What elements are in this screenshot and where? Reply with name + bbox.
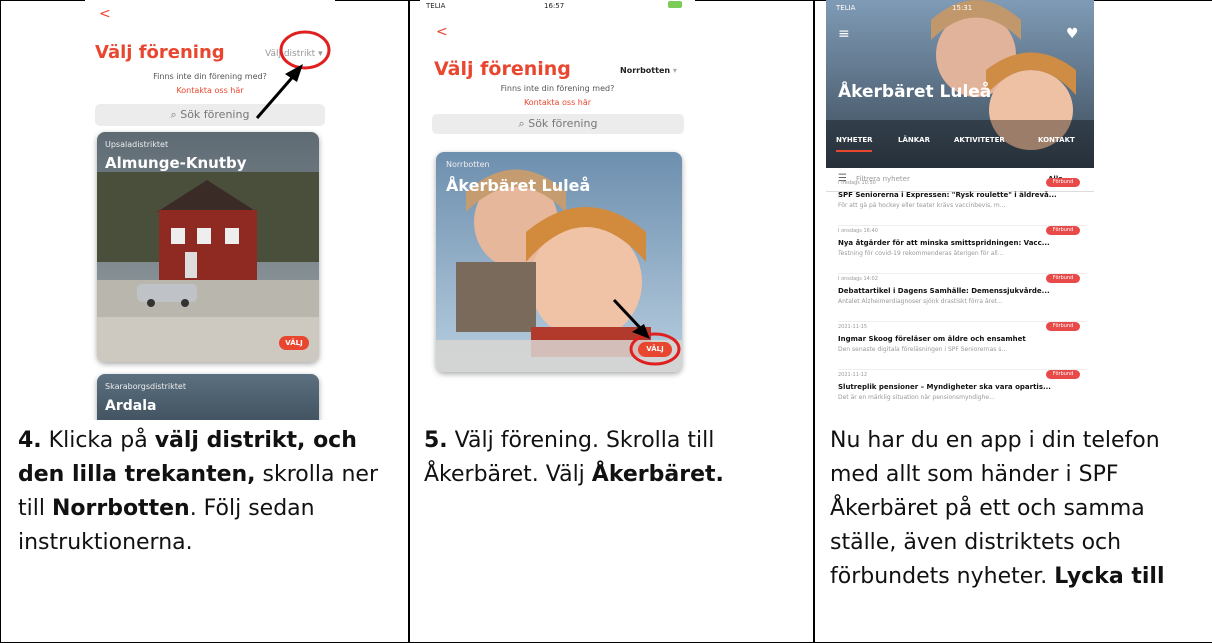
search-input[interactable]: ⌕ Sök förening [432, 114, 684, 134]
card-name: Ardala [105, 398, 157, 414]
heart-icon[interactable]: ♥ [1066, 26, 1079, 42]
news-date: 2021-11-12 [838, 372, 868, 378]
column-divider [813, 0, 815, 643]
card-name: Almunge-Knutby [105, 154, 247, 172]
tab-news[interactable]: NYHETER [836, 136, 873, 144]
district-selector[interactable]: Norrbotten ▾ [620, 66, 677, 75]
caption-step-4: 4. Klicka på välj distrikt, och den lill… [18, 428, 378, 555]
association-card[interactable]: Skaraborgsdistriktet Ardala [97, 374, 319, 420]
annotation-arrow [255, 30, 331, 119]
association-card[interactable]: Norrbotten Åkerbäret Luleå VÄLJ [436, 152, 682, 372]
search-icon: ⌕ [518, 117, 525, 130]
phone-screenshot-2: TELIA 16:57 < Välj förening Norrbotten ▾… [420, 0, 695, 390]
page-title: Välj förening [434, 58, 571, 80]
news-item[interactable]: I onsdags 14:02 Förbund Debattartikel i … [838, 274, 1086, 322]
news-snippet: För att gå på hockey eller teater krävs … [838, 202, 1006, 209]
card-district: Skaraborgsdistriktet [105, 382, 186, 391]
news-snippet: Testning för covid-19 rekommenderas åter… [838, 250, 1004, 257]
news-title: SPF Seniorerna i Expressen: "Rysk roulet… [838, 191, 1057, 199]
tab-activities[interactable]: AKTIVITETER [954, 136, 1005, 144]
news-badge: Förbund [1046, 226, 1080, 235]
carrier-label: TELIA [836, 4, 856, 12]
column-divider [408, 0, 410, 643]
tab-links[interactable]: LÄNKAR [898, 136, 930, 144]
news-date: I fredags 10:50 [838, 180, 876, 186]
tab-contact[interactable]: KONTAKT [1038, 136, 1075, 144]
news-title: Nya åtgärder för att minska smittspridni… [838, 239, 1050, 247]
caption-step-5: 5. Välj förening. Skrolla till Åkerbäret… [424, 428, 724, 487]
clock-label: 15:31 [952, 4, 973, 12]
active-tab-indicator [836, 150, 872, 152]
news-title: Ingmar Skoog föreläser om äldre och ensa… [838, 335, 1026, 343]
news-title: Slutreplik pensioner – Myndigheter ska v… [838, 383, 1051, 391]
news-date: I onsdags 14:02 [838, 276, 878, 282]
not-found-text: Finns inte din förening med? [500, 84, 615, 93]
caption-final: Nu har du en app i din telefon med allt … [830, 428, 1165, 589]
news-title: Debattartikel i Dagens Samhälle: Demenss… [838, 287, 1050, 295]
carrier-label: TELIA [426, 2, 446, 10]
contact-link[interactable]: Kontakta oss här [420, 98, 695, 107]
news-date: I onsdags 16:40 [838, 228, 878, 234]
battery-icon [668, 1, 682, 8]
select-button[interactable]: VÄLJ [279, 336, 309, 350]
news-badge: Förbund [1046, 370, 1080, 379]
association-title: Åkerbäret Luleå [838, 82, 992, 102]
card-district: Upsaladistriktet [105, 140, 169, 149]
news-badge: Förbund [1046, 274, 1080, 283]
news-snippet: Den senaste digitala föreläsningen i SPF… [838, 346, 1008, 353]
back-icon[interactable]: < [436, 24, 448, 40]
annotation-arrow [612, 298, 681, 366]
clock-label: 16:57 [544, 2, 565, 10]
phone-screenshot-1: < Välj förening Välj distrikt ▾ Finns in… [85, 0, 335, 420]
news-item[interactable]: I fredags 10:50 Förbund SPF Seniorerna i… [838, 178, 1086, 226]
news-badge: Förbund [1046, 322, 1080, 331]
news-badge: Förbund [1046, 178, 1080, 187]
news-item[interactable]: I onsdags 16:40 Förbund Nya åtgärder för… [838, 226, 1086, 274]
news-date: 2021-11-15 [838, 324, 868, 330]
chevron-down-icon: ▾ [672, 66, 677, 75]
menu-icon[interactable]: ≡ [838, 26, 850, 42]
news-snippet: Antalet Alzheimerdiagnoser sjönk drastis… [838, 298, 1003, 305]
phone-screenshot-3: TELIA 15:31 ≡ ♥ Åkerbäret Luleå NYHETER … [826, 0, 1094, 410]
news-snippet: Det är en märklig situation när pensions… [838, 394, 995, 401]
news-item[interactable]: 2021-11-15 Förbund Ingmar Skoog föreläse… [838, 322, 1086, 370]
association-card[interactable]: Upsaladistriktet Almunge-Knutby VÄLJ [97, 132, 319, 362]
news-item[interactable]: 2021-11-12 Förbund Slutreplik pensioner … [838, 370, 1086, 410]
tab-bar: NYHETER LÄNKAR AKTIVITETER KONTAKT [826, 130, 1094, 168]
